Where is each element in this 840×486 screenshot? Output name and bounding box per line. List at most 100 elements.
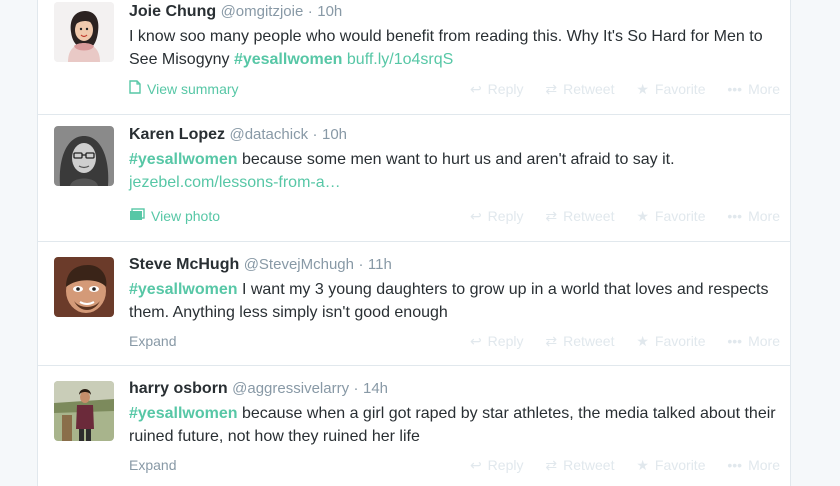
view-photo-label: View photo	[151, 208, 221, 224]
retweet-icon: ⇄	[545, 81, 558, 97]
more-label: More	[748, 208, 780, 224]
tweet-stream: Joie Chung @omgitzjoie · 10h I know soo …	[37, 0, 791, 486]
tweet-actions: ↩ Reply ⇄ Retweet ★ Favorite ••• More	[452, 207, 780, 225]
avatar[interactable]	[54, 126, 114, 186]
username[interactable]: @datachick	[229, 126, 308, 143]
retweet-button[interactable]: ⇄ Retweet	[545, 457, 614, 473]
view-summary-button[interactable]: View summary	[129, 80, 239, 98]
favorite-label: Favorite	[654, 333, 706, 349]
reply-icon: ↩	[469, 333, 482, 349]
retweet-icon: ⇄	[545, 208, 558, 224]
more-dots-icon: •••	[727, 81, 743, 97]
timestamp[interactable]: 10h	[317, 3, 342, 20]
timestamp[interactable]: 14h	[363, 380, 388, 397]
view-photo-button[interactable]: View photo	[129, 207, 220, 225]
retweet-button[interactable]: ⇄ Retweet	[545, 333, 614, 349]
tweet-actions: ↩ Reply ⇄ Retweet ★ Favorite ••• More	[452, 456, 780, 474]
fullname[interactable]: harry osborn	[129, 380, 228, 397]
retweet-label: Retweet	[563, 208, 615, 224]
timestamp[interactable]: 11h	[368, 256, 392, 273]
more-label: More	[748, 81, 780, 97]
reply-button[interactable]: ↩ Reply	[470, 457, 524, 473]
reply-icon: ↩	[469, 81, 482, 97]
more-label: More	[748, 333, 780, 349]
star-icon: ★	[636, 81, 649, 97]
reply-label: Reply	[487, 208, 524, 224]
more-dots-icon: •••	[727, 457, 743, 473]
fullname[interactable]: Steve McHugh	[129, 256, 239, 273]
more-button[interactable]: ••• More	[727, 208, 780, 224]
fullname[interactable]: Karen Lopez	[129, 126, 225, 143]
hashtag-link[interactable]: #yesallwomen	[129, 151, 238, 168]
username[interactable]: @StevejMchugh	[244, 256, 354, 273]
tweet-footer: Expand ↩ Reply ⇄ Retweet ★ Favorite ••• More	[129, 456, 780, 474]
tweet[interactable]: Joie Chung @omgitzjoie · 10h I know soo …	[38, 0, 790, 115]
more-button[interactable]: ••• More	[727, 81, 780, 97]
tweet-header: harry osborn @aggressivelarry · 14h	[129, 379, 780, 399]
hashtag-link[interactable]: #yesallwomen	[234, 51, 343, 68]
username[interactable]: @omgitzjoie	[221, 3, 304, 20]
retweet-icon: ⇄	[545, 457, 558, 473]
tweet-text: #yesallwomen I want my 3 young daughters…	[129, 278, 780, 324]
retweet-label: Retweet	[563, 81, 615, 97]
star-icon: ★	[636, 208, 649, 224]
avatar[interactable]	[54, 2, 114, 62]
timestamp[interactable]: 10h	[322, 126, 347, 143]
retweet-label: Retweet	[563, 333, 615, 349]
expand-button[interactable]: Expand	[129, 332, 176, 350]
reply-button[interactable]: ↩ Reply	[470, 81, 524, 97]
favorite-button[interactable]: ★ Favorite	[636, 208, 705, 224]
username[interactable]: @aggressivelarry	[232, 380, 349, 397]
fullname[interactable]: Joie Chung	[129, 3, 216, 20]
tweet-footer: View summary ↩ Reply ⇄ Retweet ★ Favorite •…	[129, 80, 780, 98]
favorite-button[interactable]: ★ Favorite	[636, 333, 705, 349]
tweet-footer: View photo ↩ Reply ⇄ Retweet ★ Favorite •••…	[129, 207, 780, 225]
more-label: More	[748, 457, 780, 473]
tweet-actions: ↩ Reply ⇄ Retweet ★ Favorite ••• More	[452, 80, 780, 98]
retweet-label: Retweet	[563, 457, 615, 473]
tweet-footer: Expand ↩ Reply ⇄ Retweet ★ Favorite ••• More	[129, 332, 780, 350]
reply-label: Reply	[487, 333, 524, 349]
tweet-text-segment: because some men want to hurt us and are…	[237, 151, 675, 168]
star-icon: ★	[636, 457, 649, 473]
favorite-button[interactable]: ★ Favorite	[636, 457, 705, 473]
retweet-button[interactable]: ⇄ Retweet	[545, 208, 614, 224]
tweet[interactable]: harry osborn @aggressivelarry · 14h #yes…	[38, 366, 790, 486]
photo-icon	[129, 207, 145, 225]
tweet-text: #yesallwomen because some men want to hu…	[129, 148, 780, 194]
favorite-label: Favorite	[654, 81, 706, 97]
separator: ·	[307, 3, 313, 20]
avatar[interactable]	[54, 381, 114, 441]
reply-icon: ↩	[469, 208, 482, 224]
url-link[interactable]: jezebel.com/lessons-from-a…	[129, 174, 341, 191]
retweet-icon: ⇄	[545, 333, 558, 349]
separator: ·	[358, 256, 364, 273]
separator: ·	[353, 380, 359, 397]
reply-icon: ↩	[469, 457, 482, 473]
tweet-actions: ↩ Reply ⇄ Retweet ★ Favorite ••• More	[452, 332, 780, 350]
favorite-button[interactable]: ★ Favorite	[636, 81, 705, 97]
star-icon: ★	[636, 333, 649, 349]
expand-button[interactable]: Expand	[129, 456, 176, 474]
more-button[interactable]: ••• More	[727, 457, 780, 473]
reply-button[interactable]: ↩ Reply	[470, 208, 524, 224]
tweet-text: I know soo many people who would benefit…	[129, 25, 780, 71]
tweet-header: Karen Lopez @datachick · 10h	[129, 125, 780, 145]
hashtag-link[interactable]: #yesallwomen	[129, 405, 238, 422]
tweet[interactable]: Karen Lopez @datachick · 10h #yesallwome…	[38, 115, 790, 242]
avatar[interactable]	[54, 257, 114, 317]
tweet-header: Steve McHugh @StevejMchugh · 11h	[129, 255, 780, 275]
retweet-button[interactable]: ⇄ Retweet	[545, 81, 614, 97]
hashtag-link[interactable]: #yesallwomen	[129, 281, 238, 298]
reply-button[interactable]: ↩ Reply	[470, 333, 524, 349]
tweet-header: Joie Chung @omgitzjoie · 10h	[129, 2, 780, 22]
reply-label: Reply	[487, 81, 524, 97]
more-dots-icon: •••	[727, 208, 743, 224]
view-summary-label: View summary	[147, 81, 239, 97]
favorite-label: Favorite	[654, 208, 706, 224]
reply-label: Reply	[487, 457, 524, 473]
url-link[interactable]: buff.ly/1o4srqS	[347, 51, 453, 68]
separator: ·	[312, 126, 318, 143]
more-button[interactable]: ••• More	[727, 333, 780, 349]
tweet[interactable]: Steve McHugh @StevejMchugh · 11h #yesall…	[38, 242, 790, 366]
